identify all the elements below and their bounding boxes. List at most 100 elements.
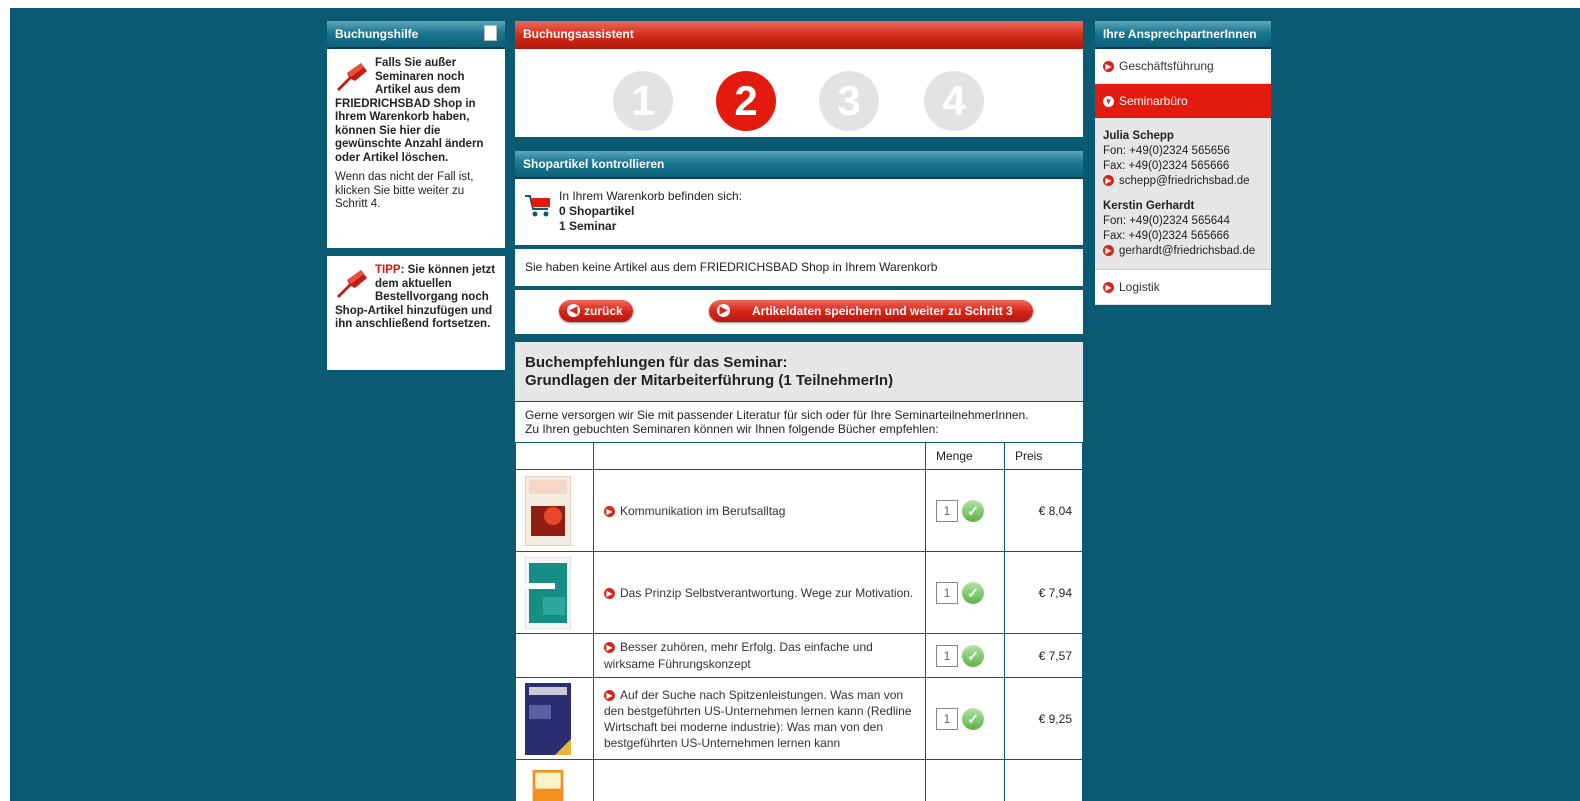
book-cover-image — [525, 556, 571, 629]
bullet-icon: ▶ — [604, 641, 615, 653]
help-text: Wenn das nicht der Fall ist, klicken Sie… — [335, 171, 474, 210]
arrow-right-icon: ▶ — [717, 304, 730, 318]
contact-name: Julia Schepp — [1103, 130, 1174, 142]
booking-assistant-column: Buchungsassistent 1 2 3 4 Shopartikel ko… — [515, 21, 1083, 801]
bullet-icon: ▶ — [604, 689, 615, 701]
book-title-link[interactable]: Das Prinzip Selbstverantwortung. Wege zu… — [620, 586, 913, 600]
booking-help-title: Buchungshilfe — [335, 27, 419, 41]
book-price: € 9,25 — [1004, 677, 1083, 760]
book-title-link[interactable]: Auf der Suche nach Spitzenleistungen. Wa… — [604, 688, 912, 750]
contact-email-link[interactable]: schepp@friedrichsbad.de — [1119, 175, 1250, 187]
contact-fax: Fax: +49(0)2324 565666 — [1103, 230, 1230, 242]
qty-column-header: Menge — [925, 442, 1005, 470]
confirm-check-icon[interactable]: ✓ — [962, 581, 984, 604]
contact-list: Julia Schepp Fon: +49(0)2324 565656 Fax:… — [1095, 119, 1271, 269]
contact-fax: Fax: +49(0)2324 565666 — [1103, 160, 1230, 172]
cart-shop-count: 0 Shopartikel — [559, 204, 635, 218]
book-cover[interactable] — [515, 551, 594, 634]
quantity-input[interactable]: 1 — [936, 499, 958, 522]
book-cover-image — [532, 769, 564, 801]
confirm-check-icon[interactable]: ✓ — [962, 499, 984, 522]
booking-help-header: Buchungshilfe — [327, 21, 505, 49]
arrow-right-icon: ▶ — [1103, 245, 1114, 257]
arrow-right-icon: ▶ — [1103, 282, 1114, 294]
confirm-check-icon[interactable]: ✓ — [962, 644, 984, 667]
cart-icon — [525, 195, 550, 217]
save-and-next-button[interactable]: ▶ Artikeldaten speichern und weiter zu Sc… — [709, 300, 1033, 322]
table-row: ▶ Das Prinzip Selbstverantwortung. Wege z… — [515, 551, 1083, 634]
book-cover[interactable] — [515, 469, 594, 552]
quantity-input[interactable]: 1 — [936, 707, 958, 730]
tip-box: TIPP: Sie können jetzt dem aktuellen Bes… — [327, 256, 505, 370]
cart-seminar-count: 1 Seminar — [559, 219, 617, 233]
book-cover-image — [525, 682, 571, 755]
reco-intro-line2: Zu Ihren gebuchten Seminaren können wir … — [525, 422, 939, 436]
cart-intro: In Ihrem Warenkorb befinden sich: — [559, 189, 742, 203]
reco-title-line1: Buchempfehlungen für das Seminar: — [525, 354, 788, 371]
back-button[interactable]: ◀ zurück — [559, 300, 633, 322]
book-price: € 8,04 — [1004, 469, 1083, 552]
book-cover[interactable] — [515, 677, 594, 760]
arrow-down-icon: ▼ — [1103, 96, 1114, 108]
contact-email-link[interactable]: gerhardt@friedrichsbad.de — [1119, 245, 1255, 257]
nav-logistics[interactable]: ▶ Logistik — [1095, 269, 1271, 305]
reco-title-line2: Grundlagen der Mitarbeiterführung (1 Tei… — [525, 372, 894, 389]
price-column-header: Preis — [1004, 442, 1083, 470]
arrow-right-icon: ▶ — [1103, 61, 1114, 73]
quantity-input[interactable]: 1 — [936, 644, 958, 667]
cart-summary: In Ihrem Warenkorb befinden sich: 0 Shop… — [515, 179, 1083, 245]
book-title-link[interactable]: Kommunikation im Berufsalltag — [620, 504, 785, 518]
contact-card: Kerstin Gerhardt Fon: +49(0)2324 565644 … — [1103, 199, 1263, 259]
shop-check-header: Shopartikel kontrollieren — [515, 151, 1083, 179]
table-row: ▶ Kommunikation im Berufsalltag 1 ✓ € 8,04 — [515, 469, 1083, 552]
button-bar: ◀ zurück ▶ Artikeldaten speichern und weit… — [515, 290, 1083, 334]
nav-management-label: Geschäftsführung — [1119, 59, 1214, 73]
table-row: ▶ Besser zuhören, mehr Erfolg. Das einfac… — [515, 633, 1083, 678]
nav-management[interactable]: ▶ Geschäftsführung — [1095, 49, 1271, 84]
step-1: 1 — [613, 71, 673, 131]
page-background: Buchungshilfe Falls Sie außer Seminaren … — [10, 8, 1580, 801]
tip-label: TIPP — [375, 264, 401, 276]
step-3: 3 — [819, 71, 879, 131]
contact-phone: Fon: +49(0)2324 565644 — [1103, 215, 1230, 227]
book-price: € 7,57 — [1004, 633, 1083, 678]
recommendations-intro: Gerne versorgen wir Sie mit passender Li… — [515, 401, 1083, 442]
help-box: Falls Sie außer Seminaren noch Artikel a… — [327, 49, 505, 248]
nav-seminar-office[interactable]: ▼ Seminarbüro — [1095, 84, 1271, 119]
book-cover[interactable] — [515, 759, 594, 801]
step-4: 4 — [924, 71, 984, 131]
step-indicator: 1 2 3 4 — [515, 49, 1083, 137]
no-items-message: Sie haben keine Artikel aus dem FRIEDRIC… — [515, 249, 1083, 286]
assistant-header: Buchungsassistent — [515, 21, 1083, 49]
arrow-left-icon: ◀ — [567, 304, 580, 318]
save-and-next-label: Artikeldaten speichern und weiter zu Sch… — [752, 304, 1013, 318]
book-table: Menge Preis ▶ Kommunikation im Berufsallt… — [515, 442, 1083, 801]
bullet-icon: ▶ — [604, 505, 615, 517]
table-row: ▶ Auf der Suche nach Spitzenleistungen. W… — [515, 677, 1083, 760]
nav-seminar-label: Seminarbüro — [1119, 94, 1188, 108]
document-icon[interactable] — [484, 25, 497, 41]
recommendations-title: Buchempfehlungen für das Seminar: Grundl… — [515, 342, 1083, 401]
quantity-input[interactable]: 1 — [936, 581, 958, 604]
arrow-right-icon: ▶ — [1103, 175, 1114, 187]
book-title-link[interactable]: Besser zuhören, mehr Erfolg. Das einfach… — [604, 640, 873, 671]
table-header-row: Menge Preis — [515, 442, 1083, 470]
reco-intro-line1: Gerne versorgen wir Sie mit passender Li… — [525, 408, 1029, 422]
contacts-column: Ihre AnsprechpartnerInnen ▶ Geschäftsführ… — [1095, 21, 1271, 305]
contacts-header: Ihre AnsprechpartnerInnen — [1095, 21, 1271, 49]
step-2-active: 2 — [716, 71, 776, 131]
back-button-label: zurück — [584, 304, 623, 318]
contact-name: Kerstin Gerhardt — [1103, 200, 1195, 212]
table-row — [515, 759, 1083, 801]
pushpin-icon — [337, 270, 367, 298]
contact-phone: Fon: +49(0)2324 565656 — [1103, 145, 1230, 157]
contact-card: Julia Schepp Fon: +49(0)2324 565656 Fax:… — [1103, 129, 1263, 189]
book-price: € 7,94 — [1004, 551, 1083, 634]
nav-logistics-label: Logistik — [1119, 280, 1160, 294]
contacts-box: ▶ Geschäftsführung ▼ Seminarbüro Julia Sch… — [1095, 49, 1271, 305]
book-cover-image — [525, 475, 571, 546]
confirm-check-icon[interactable]: ✓ — [962, 707, 984, 730]
pushpin-icon — [337, 63, 367, 91]
bullet-icon: ▶ — [604, 587, 615, 599]
booking-help-column: Buchungshilfe Falls Sie außer Seminaren … — [327, 21, 505, 370]
